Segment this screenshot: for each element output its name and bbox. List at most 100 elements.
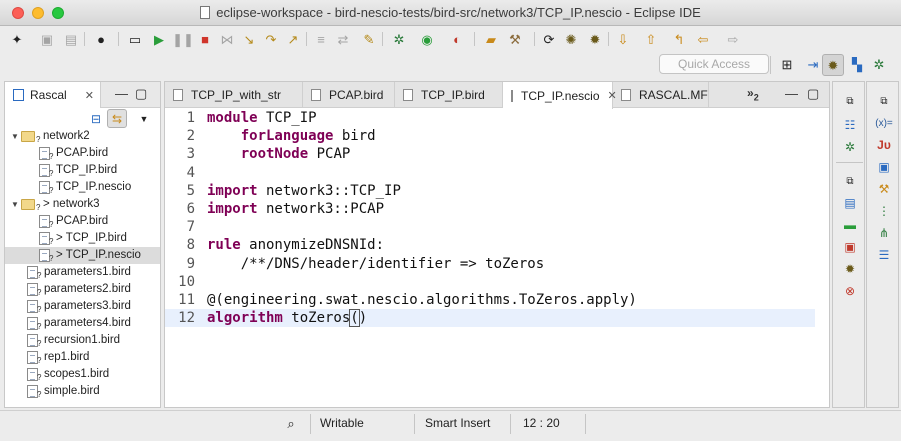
expand-chevron-icon[interactable]: ▼: [11, 196, 19, 213]
link-with-editor-icon[interactable]: ⇆: [107, 109, 127, 128]
back-icon[interactable]: ⇦: [694, 30, 712, 48]
run-icon[interactable]: ◉: [418, 30, 436, 48]
minimize-icon[interactable]: —: [785, 86, 798, 101]
tree-file[interactable]: ? parameters2.bird: [5, 281, 160, 298]
terminal-icon[interactable]: ▭: [126, 30, 144, 48]
save-icon[interactable]: ▣: [38, 30, 56, 48]
tree-folder[interactable]: ▼? > network3: [5, 196, 160, 213]
status-mode: Writable: [320, 416, 364, 430]
line-number: 8: [186, 237, 195, 254]
maximize-icon[interactable]: ▢: [807, 86, 819, 102]
use-step-filters-icon[interactable]: ⇄: [334, 30, 352, 48]
tab-rascal[interactable]: Rascal ✕: [5, 82, 101, 108]
outline-icon[interactable]: ☷: [841, 116, 859, 134]
tree-file[interactable]: ? TCP_IP.bird: [5, 162, 160, 179]
collapse-all-icon[interactable]: ⊟: [87, 110, 105, 128]
status-tool-icon[interactable]: ⌕: [282, 414, 300, 432]
restore-icon[interactable]: ⧉: [875, 92, 893, 110]
disconnect-icon[interactable]: ⋈: [218, 30, 236, 48]
debug-icon[interactable]: ✲: [390, 30, 408, 48]
rascal-console-icon[interactable]: ✹: [841, 260, 859, 278]
resume-icon[interactable]: ▶: [150, 30, 168, 48]
hammer-icon[interactable]: ⚒: [506, 30, 524, 48]
bug-view-icon[interactable]: ✲: [841, 138, 859, 156]
step-into-icon[interactable]: ↘: [240, 30, 258, 48]
expand-chevron-icon[interactable]: ▼: [11, 128, 19, 145]
suspend-icon[interactable]: ❚❚: [172, 30, 194, 48]
editor-tab[interactable]: RASCAL.MF: [613, 82, 709, 108]
java-perspective-icon[interactable]: ⇥: [804, 55, 822, 73]
status-cursor-position: 12 : 20: [523, 416, 560, 430]
step-return-icon[interactable]: ↗: [284, 30, 302, 48]
maximize-icon[interactable]: ▢: [135, 86, 147, 102]
close-icon[interactable]: ✕: [85, 89, 94, 102]
minimize-icon[interactable]: —: [115, 86, 128, 101]
beetle-icon[interactable]: ✹: [586, 30, 604, 48]
git-history-icon[interactable]: ⋔: [875, 224, 893, 242]
restore-icon[interactable]: ⧉: [841, 92, 859, 110]
previous-annotation-icon[interactable]: ⇧: [642, 30, 660, 48]
tree-file[interactable]: ? > TCP_IP.nescio: [5, 247, 160, 264]
junit-icon[interactable]: Jυ: [875, 136, 893, 154]
progress-icon[interactable]: ▬: [841, 216, 859, 234]
line-number: 1: [186, 110, 195, 126]
tree-file[interactable]: ? > TCP_IP.bird: [5, 230, 160, 247]
editor-tab[interactable]: TCP_IP.bird: [395, 82, 503, 108]
view-menu-chevron-down-icon[interactable]: ▼: [135, 110, 153, 128]
last-edit-icon[interactable]: ↰: [670, 30, 688, 48]
code-line: 2 forLanguage bird: [165, 127, 829, 145]
git-perspective-icon[interactable]: ▚: [848, 55, 866, 73]
tree-file[interactable]: ? parameters1.bird: [5, 264, 160, 281]
code-editor[interactable]: 1 module TCP_IP 2 forLanguage bird 3 rootNo…: [165, 109, 829, 328]
tree-item-label: parameters2.bird: [44, 283, 131, 295]
editor-tab[interactable]: TCP_IP.nescio ✕: [503, 82, 617, 109]
new-icon[interactable]: ✦: [8, 30, 26, 48]
debug-perspective-icon[interactable]: ✲: [870, 55, 888, 73]
tree-folder[interactable]: ▼? network2: [5, 128, 160, 145]
terminate-icon[interactable]: ■: [196, 30, 214, 48]
tab-overflow-button[interactable]: »2: [747, 86, 759, 102]
tree-item-label: parameters1.bird: [44, 266, 131, 278]
console-icon[interactable]: ▤: [841, 194, 859, 212]
tree-file[interactable]: ? simple.bird: [5, 383, 160, 400]
open-folder-icon[interactable]: ▰: [482, 30, 500, 48]
tree-file[interactable]: ? PCAP.bird: [5, 213, 160, 230]
close-icon[interactable]: ✕: [608, 89, 617, 102]
display-icon[interactable]: ▣: [875, 158, 893, 176]
code-line: 12 algorithm toZeros(): [165, 309, 815, 328]
main-toolbar: ✦ ▣ ▤ ● ▭ ▶ ❚❚ ■ ⋈ ↘ ↷ ↗ ≡ ⇄ ✎ ✲ ◉ ◐ ▰ ⚒…: [0, 26, 901, 52]
external-tools-icon[interactable]: ◐: [448, 30, 466, 48]
bug-icon[interactable]: ✺: [562, 30, 580, 48]
rascal-perspective-icon[interactable]: ✹: [822, 54, 844, 76]
tree-file[interactable]: ? PCAP.bird: [5, 145, 160, 162]
tree-file[interactable]: ? parameters3.bird: [5, 298, 160, 315]
tree-file[interactable]: ? TCP_IP.nescio: [5, 179, 160, 196]
drop-frame-icon[interactable]: ≡: [312, 30, 330, 48]
tree-item-label: simple.bird: [44, 385, 100, 397]
refresh-icon[interactable]: ⟳: [540, 30, 558, 48]
editor-tab[interactable]: TCP_IP_with_str: [165, 82, 303, 108]
forward-icon[interactable]: ⇨: [724, 30, 742, 48]
folder-icon: [21, 131, 35, 142]
editor-tab-label: TCP_IP.bird: [421, 88, 485, 102]
open-perspective-icon[interactable]: ⊞: [778, 55, 796, 73]
editor-tab[interactable]: PCAP.bird: [303, 82, 395, 108]
tree-file[interactable]: ? parameters4.bird: [5, 315, 160, 332]
hammer-view-icon[interactable]: ⚒: [875, 180, 893, 198]
variables-icon[interactable]: (x)=: [875, 114, 893, 132]
image-icon[interactable]: ▣: [841, 238, 859, 256]
type-hierarchy-icon[interactable]: ☰: [875, 246, 893, 264]
user-icon[interactable]: ●: [92, 30, 110, 48]
file-icon: [173, 89, 183, 101]
pencil-icon[interactable]: ✎: [360, 30, 378, 48]
tree-file[interactable]: ? recursion1.bird: [5, 332, 160, 349]
step-over-icon[interactable]: ↷: [262, 30, 280, 48]
branch-icon[interactable]: ⋮: [875, 202, 893, 220]
tree-file[interactable]: ? rep1.bird: [5, 349, 160, 366]
error-log-icon[interactable]: ⊗: [841, 282, 859, 300]
restore-icon[interactable]: ⧉: [841, 172, 859, 190]
tree-file[interactable]: ? scopes1.bird: [5, 366, 160, 383]
next-annotation-icon[interactable]: ⇩: [614, 30, 632, 48]
quick-access-input[interactable]: Quick Access: [659, 54, 769, 74]
save-all-icon[interactable]: ▤: [62, 30, 80, 48]
